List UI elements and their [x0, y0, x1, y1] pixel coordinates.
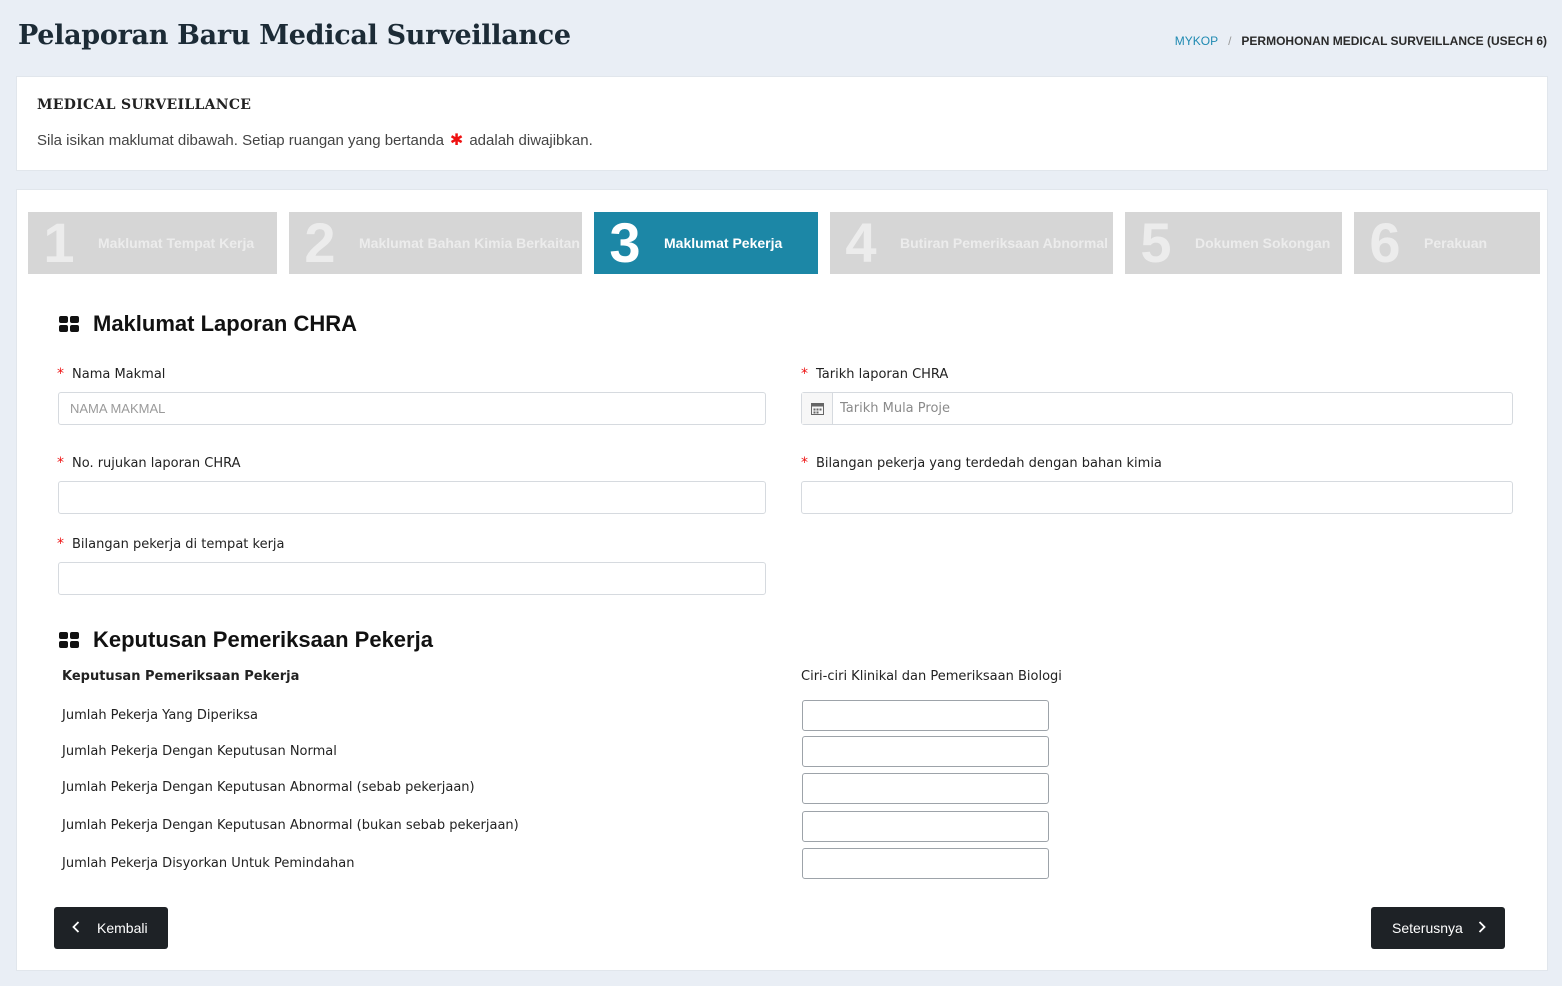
main-card: 1 Maklumat Tempat Kerja 2 Maklumat Bahan…: [16, 189, 1548, 971]
calendar-icon[interactable]: [802, 393, 833, 424]
row-input-normal[interactable]: [802, 736, 1049, 767]
row-label-normal: Jumlah Pekerja Dengan Keputusan Normal: [62, 744, 337, 759]
step-label: Perakuan: [1424, 235, 1488, 251]
row-input-pemindahan[interactable]: [802, 848, 1049, 879]
step-1[interactable]: 1 Maklumat Tempat Kerja: [28, 212, 277, 274]
step-number: 1: [43, 212, 75, 274]
back-button[interactable]: Kembali: [54, 907, 168, 949]
step-label: Maklumat Pekerja: [664, 235, 783, 251]
label-text: Tarikh laporan CHRA: [816, 367, 949, 382]
step-6[interactable]: 6 Perakuan: [1354, 212, 1540, 274]
bilangan-tempat-kerja-input[interactable]: [58, 562, 766, 595]
label-text: No. rujukan laporan CHRA: [72, 456, 241, 471]
step-label: Butiran Pemeriksaan Abnormal: [900, 235, 1108, 251]
required-asterisk-icon: *: [801, 455, 808, 471]
step-5[interactable]: 5 Dokumen Sokongan: [1125, 212, 1342, 274]
row-input-abnormal-bukan-pekerjaan[interactable]: [802, 811, 1049, 842]
next-button-label: Seterusnya: [1392, 920, 1463, 936]
row-input-diperiksa[interactable]: [802, 700, 1049, 731]
grid-icon: [59, 631, 80, 649]
breadcrumb-separator: /: [1228, 34, 1232, 48]
wizard-steps: 1 Maklumat Tempat Kerja 2 Maklumat Bahan…: [28, 212, 1540, 274]
intro-card: MEDICAL SURVEILLANCE Sila isikan makluma…: [16, 76, 1548, 171]
step-number: 4: [845, 212, 877, 274]
section-heading-chra: Maklumat Laporan CHRA: [59, 311, 357, 337]
grid-icon: [59, 315, 80, 333]
tarikh-laporan-input[interactable]: [833, 393, 1512, 424]
breadcrumb: MYKOP / PERMOHONAN MEDICAL SURVEILLANCE …: [1175, 34, 1547, 48]
intro-text-before: Sila isikan maklumat dibawah. Setiap rua…: [37, 131, 444, 149]
label-tarikh-laporan: * Tarikh laporan CHRA: [801, 366, 948, 382]
row-input-abnormal-pekerjaan[interactable]: [802, 773, 1049, 804]
required-asterisk-icon: *: [57, 536, 64, 552]
step-3[interactable]: 3 Maklumat Pekerja: [594, 212, 818, 274]
label-text: Nama Makmal: [72, 367, 166, 382]
step-2[interactable]: 2 Maklumat Bahan Kimia Berkaitan: [289, 212, 582, 274]
step-label: Maklumat Tempat Kerja: [98, 235, 255, 251]
section-heading-keputusan: Keputusan Pemeriksaan Pekerja: [59, 627, 433, 653]
breadcrumb-link-mykop[interactable]: MYKOP: [1175, 34, 1218, 48]
no-rujukan-input[interactable]: [58, 481, 766, 514]
label-no-rujukan: * No. rujukan laporan CHRA: [57, 455, 241, 471]
required-asterisk-icon: *: [801, 366, 808, 382]
required-asterisk-icon: *: [57, 455, 64, 471]
required-asterisk-icon: *: [57, 366, 64, 382]
label-text: Bilangan pekerja di tempat kerja: [72, 537, 285, 552]
intro-title: MEDICAL SURVEILLANCE: [37, 97, 252, 113]
table-header-right: Ciri-ciri Klinikal dan Pemeriksaan Biolo…: [801, 669, 1062, 684]
back-button-label: Kembali: [97, 920, 148, 936]
intro-text: Sila isikan maklumat dibawah. Setiap rua…: [37, 130, 593, 150]
step-4[interactable]: 4 Butiran Pemeriksaan Abnormal: [830, 212, 1113, 274]
step-number: 5: [1140, 212, 1172, 274]
step-number: 2: [304, 212, 336, 274]
label-bilangan-tempat-kerja: * Bilangan pekerja di tempat kerja: [57, 536, 285, 552]
table-header-left: Keputusan Pemeriksaan Pekerja: [62, 669, 300, 684]
step-label: Maklumat Bahan Kimia Berkaitan: [359, 235, 580, 251]
label-nama-makmal: * Nama Makmal: [57, 366, 165, 382]
bilangan-terdedah-input[interactable]: [801, 481, 1513, 514]
row-label-abnormal-pekerjaan: Jumlah Pekerja Dengan Keputusan Abnormal…: [62, 780, 475, 795]
step-number: 6: [1369, 212, 1401, 274]
row-label-abnormal-bukan-pekerjaan: Jumlah Pekerja Dengan Keputusan Abnormal…: [62, 818, 519, 833]
intro-text-after: adalah diwajibkan.: [469, 131, 593, 149]
label-bilangan-terdedah: * Bilangan pekerja yang terdedah dengan b…: [801, 455, 1162, 471]
section-heading-text: Maklumat Laporan CHRA: [93, 311, 358, 336]
date-field: [801, 392, 1513, 425]
nama-makmal-input[interactable]: [58, 392, 766, 425]
next-button[interactable]: Seterusnya: [1371, 907, 1505, 949]
row-label-pemindahan: Jumlah Pekerja Disyorkan Untuk Pemindaha…: [62, 856, 355, 871]
step-number: 3: [609, 212, 641, 274]
asterisk-icon: ✱: [449, 132, 464, 149]
page-title: Pelaporan Baru Medical Surveillance: [18, 20, 571, 51]
step-label: Dokumen Sokongan: [1195, 235, 1331, 251]
label-text: Bilangan pekerja yang terdedah dengan ba…: [816, 456, 1162, 471]
breadcrumb-current: PERMOHONAN MEDICAL SURVEILLANCE (USECH 6…: [1241, 34, 1547, 48]
row-label-diperiksa: Jumlah Pekerja Yang Diperiksa: [62, 708, 259, 723]
chevron-left-icon: [72, 920, 80, 936]
chevron-right-icon: [1478, 920, 1486, 936]
section-heading-text: Keputusan Pemeriksaan Pekerja: [93, 627, 433, 652]
